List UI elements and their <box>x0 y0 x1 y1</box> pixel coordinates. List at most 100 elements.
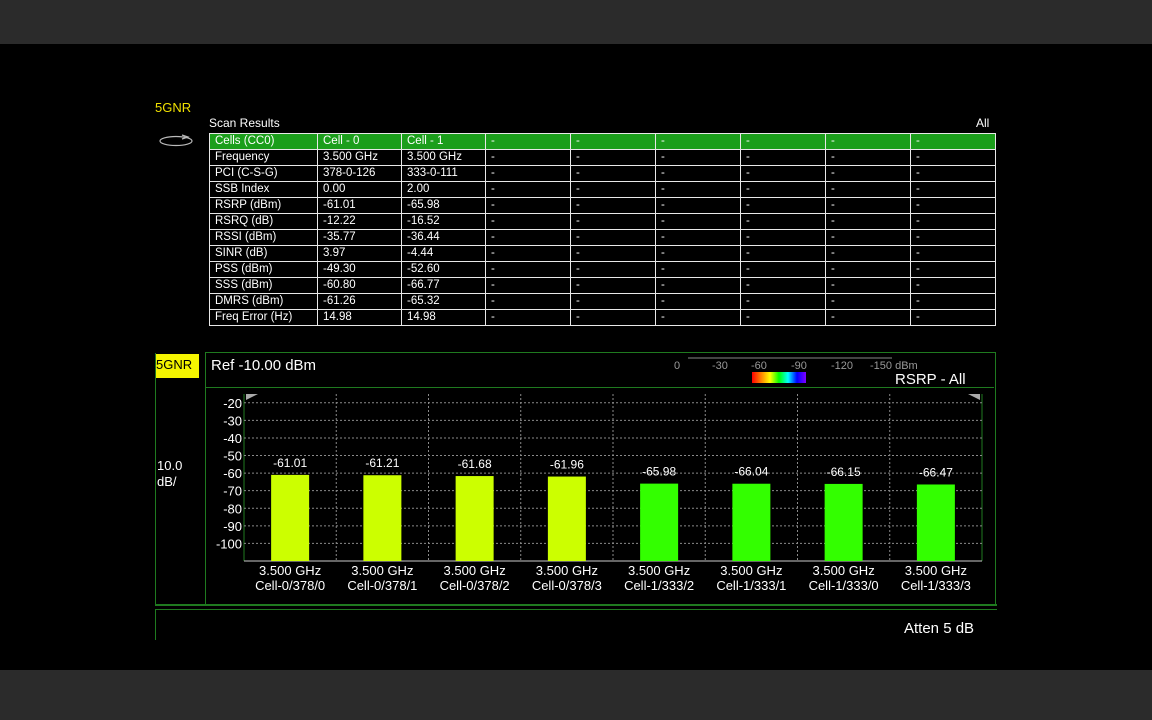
row-label-cell: SSS (dBm) <box>209 277 318 294</box>
bar <box>363 475 402 561</box>
table-row: SSB Index 0.00 2.00- - - - - - <box>209 181 996 198</box>
table-cell: - <box>655 165 741 182</box>
row-label-cell: RSRP (dBm) <box>209 197 318 214</box>
table-cell: - <box>825 277 911 294</box>
table-cell: - <box>570 229 656 246</box>
bar-value-label: -61.68 <box>458 457 492 471</box>
table-cell: -49.30 <box>317 261 402 278</box>
measurement-label: RSRP - All <box>895 371 966 388</box>
marker-right <box>968 394 980 400</box>
table-cell: - <box>655 197 741 214</box>
y-tick-label: -90 <box>223 519 242 534</box>
color-scale-tick: 0 <box>674 360 680 372</box>
table-cell: - <box>740 229 826 246</box>
divider <box>155 610 156 640</box>
table-cell[interactable]: Cell - 1 <box>401 133 486 150</box>
table-cell: - <box>485 197 571 214</box>
table-cell: - <box>655 261 741 278</box>
bar-frequency-label: 3.500 GHz <box>905 563 967 578</box>
table-cell: - <box>485 293 571 310</box>
table-cell: - <box>485 229 571 246</box>
table-row: SINR (dB) 3.97 -4.44- - - - - - <box>209 245 996 262</box>
y-tick-label: -80 <box>223 501 242 516</box>
rsrp-bar-chart: -20 -30 -40 -50 -60 -70 -80 -90 -100 -61.01 3.500 … <box>216 394 983 593</box>
bar-frequency-label: 3.500 GHz <box>536 563 598 578</box>
table-cell: - <box>825 197 911 214</box>
table-cell[interactable]: - <box>910 133 996 150</box>
bar-cell-label: Cell-1/333/3 <box>901 578 971 593</box>
table-cell: - <box>740 293 826 310</box>
bar-value-label: -66.15 <box>827 465 861 479</box>
table-cell: 2.00 <box>401 181 486 198</box>
mode-badge[interactable]: 5GNR <box>155 354 199 378</box>
table-cell: - <box>485 181 571 198</box>
table-cell: - <box>910 197 996 214</box>
table-cell: - <box>570 149 656 166</box>
table-cell: - <box>570 213 656 230</box>
table-cell: - <box>910 165 996 182</box>
table-cell[interactable]: - <box>825 133 911 150</box>
table-cell: 0.00 <box>317 181 402 198</box>
table-cell: - <box>485 309 571 326</box>
table-cell: - <box>825 213 911 230</box>
y-tick-label: -100 <box>216 536 242 551</box>
table-cell: 14.98 <box>401 309 486 326</box>
table-cell: -65.98 <box>401 197 486 214</box>
table-cell: - <box>485 277 571 294</box>
table-cell: - <box>910 245 996 262</box>
table-cell: - <box>910 149 996 166</box>
color-scale-tick: -120 <box>831 360 853 372</box>
bar <box>640 483 679 561</box>
table-cell: - <box>570 261 656 278</box>
row-label-cell: PSS (dBm) <box>209 261 318 278</box>
scan-filter-label: All <box>976 116 990 130</box>
table-cell: - <box>570 165 656 182</box>
bar-frequency-label: 3.500 GHz <box>720 563 782 578</box>
color-legend <box>752 372 806 383</box>
bar-frequency-label: 3.500 GHz <box>259 563 321 578</box>
table-cell: - <box>655 181 741 198</box>
bar-frequency-label: 3.500 GHz <box>444 563 506 578</box>
table-cell: - <box>655 277 741 294</box>
table-cell: -4.44 <box>401 245 486 262</box>
row-label-cell: Frequency <box>209 149 318 166</box>
table-cell: - <box>825 261 911 278</box>
table-cell: - <box>570 181 656 198</box>
row-label-cell: SINR (dB) <box>209 245 318 262</box>
table-cell: 3.97 <box>317 245 402 262</box>
table-cell: - <box>910 261 996 278</box>
table-cell: 333-0-111 <box>401 165 486 182</box>
scan-results-table: Cells (CC0) Cell - 0 Cell - 1- - - - - - Frequen… <box>209 133 996 326</box>
table-cell[interactable]: - <box>570 133 656 150</box>
attenuation-label: Atten 5 dB <box>904 620 975 637</box>
table-cell: - <box>485 261 571 278</box>
table-cell: - <box>485 149 571 166</box>
table-cell[interactable]: - <box>655 133 741 150</box>
bar-cell-label: Cell-1/333/2 <box>624 578 694 593</box>
table-row: PSS (dBm) -49.30 -52.60- - - - - - <box>209 261 996 278</box>
bar-value-label: -61.21 <box>365 456 399 470</box>
bar <box>824 483 863 561</box>
bar <box>732 483 771 561</box>
scale-unit: dB/ <box>157 474 177 489</box>
table-cell[interactable]: Cell - 0 <box>317 133 402 150</box>
marker-left <box>246 394 258 400</box>
rotate-icon[interactable] <box>158 134 194 148</box>
y-tick-label: -60 <box>223 466 242 481</box>
table-cell: -66.77 <box>401 277 486 294</box>
table-cell: 14.98 <box>317 309 402 326</box>
table-row: Frequency 3.500 GHz 3.500 GHz - - - - - - <box>209 149 996 166</box>
table-cell: - <box>825 149 911 166</box>
row-label-cell[interactable]: Cells (CC0) <box>209 133 318 150</box>
bar-cell-label: Cell-1/333/0 <box>809 578 879 593</box>
bar-cell-label: Cell-0/378/0 <box>255 578 325 593</box>
table-cell: - <box>485 245 571 262</box>
table-cell[interactable]: - <box>485 133 571 150</box>
table-cell: - <box>740 213 826 230</box>
color-scale-tick: -90 <box>791 360 807 372</box>
bar <box>455 476 494 561</box>
table-cell: 378-0-126 <box>317 165 402 182</box>
bar-cell-label: Cell-1/333/1 <box>716 578 786 593</box>
table-cell: -16.52 <box>401 213 486 230</box>
table-cell[interactable]: - <box>740 133 826 150</box>
